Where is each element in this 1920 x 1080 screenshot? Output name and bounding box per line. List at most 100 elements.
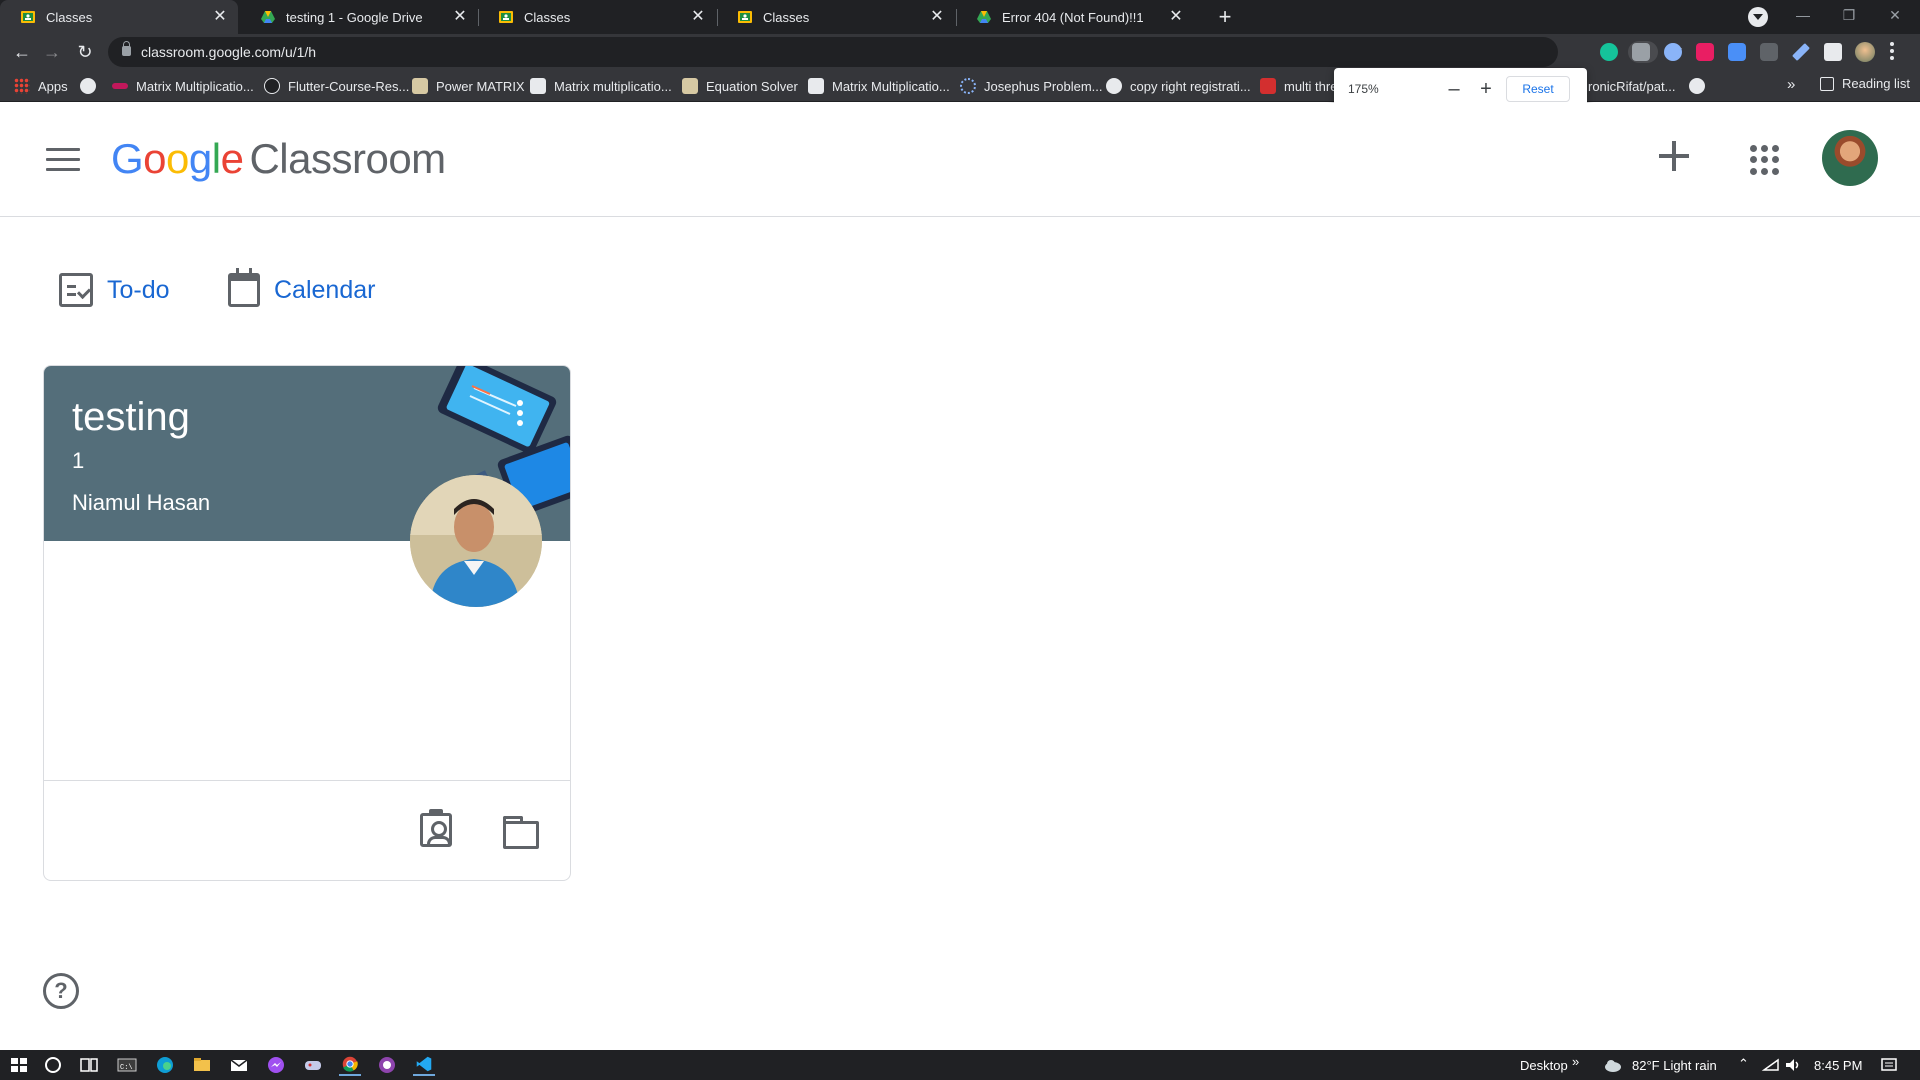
messenger-icon[interactable] (265, 1054, 287, 1076)
teacher-avatar (410, 475, 542, 607)
bookmark-icon (808, 78, 824, 94)
zoom-in-button[interactable]: + (1474, 76, 1498, 102)
close-tab-icon[interactable]: ✕ (452, 9, 468, 25)
weather-text[interactable]: 82°F Light rain (1632, 1058, 1717, 1073)
volume-icon[interactable] (1782, 1054, 1804, 1076)
task-view-icon[interactable] (78, 1054, 100, 1076)
browser-tab[interactable]: testing 1 - Google Drive ✕ (240, 0, 478, 34)
browser-tab[interactable]: Error 404 (Not Found)!!1 ✕ (956, 0, 1194, 34)
minimize-button[interactable]: — (1780, 0, 1826, 34)
pen-extension-icon[interactable] (1792, 43, 1810, 61)
github-desktop-icon[interactable] (376, 1054, 398, 1076)
notifications-icon[interactable] (1878, 1054, 1900, 1076)
desktop-toolbar-chevron[interactable]: » (1572, 1054, 1579, 1069)
terminal-icon[interactable]: C:\ (116, 1054, 138, 1076)
wifi-icon[interactable] (1760, 1054, 1782, 1076)
browser-profile-avatar[interactable] (1855, 42, 1875, 62)
close-tab-icon[interactable]: ✕ (690, 9, 706, 25)
extension-icon[interactable] (1760, 43, 1778, 61)
bookmark-apps[interactable]: Apps (14, 76, 68, 96)
close-tab-icon[interactable]: ✕ (1168, 9, 1184, 25)
tab-title: Classes (763, 9, 810, 25)
bookmark-label: Josephus Problem... (984, 78, 1103, 94)
class-section: 1 (72, 448, 85, 473)
browser-tab[interactable]: Classes ✕ (0, 0, 238, 34)
class-card[interactable]: testing 1 Niamul Hasan (43, 365, 571, 881)
bookmark-icon (530, 78, 546, 94)
clock-time[interactable]: 8:45 PM (1814, 1058, 1862, 1073)
bookmark-item[interactable]: multi thre (1260, 76, 1337, 96)
tray-overflow-icon[interactable]: ⌃ (1738, 1056, 1749, 1072)
tab-search-button[interactable] (1748, 7, 1768, 27)
svg-text:C:\: C:\ (120, 1064, 133, 1072)
url-text: classroom.google.com/u/1/h (141, 44, 317, 60)
reading-list-label: Reading list (1842, 76, 1910, 91)
new-tab-button[interactable]: + (1212, 5, 1238, 31)
bookmark-icon (960, 78, 976, 94)
bookmark-icon (682, 78, 698, 94)
bookmark-item[interactable]: Matrix multiplicatio... (530, 76, 672, 96)
bookmark-item[interactable]: Equation Solver (682, 76, 798, 96)
vscode-icon[interactable] (413, 1054, 435, 1076)
calendar-link[interactable]: Calendar (228, 268, 375, 310)
zoom-reset-button[interactable]: Reset (1506, 76, 1570, 102)
close-window-button[interactable]: ✕ (1872, 0, 1918, 34)
close-tab-icon[interactable]: ✕ (212, 9, 228, 25)
mail-icon[interactable] (228, 1054, 250, 1076)
google-classroom-logo[interactable]: Google Classroom (111, 135, 446, 183)
download-extension-icon[interactable] (1728, 43, 1746, 61)
bookmark-item[interactable]: copy right registrati... (1106, 76, 1251, 96)
class-name[interactable]: testing (72, 395, 190, 440)
bookmark-item[interactable]: Matrix Multiplicatio... (112, 76, 254, 96)
close-tab-icon[interactable]: ✕ (929, 9, 945, 25)
calendar-icon (228, 268, 260, 307)
browser-menu-icon[interactable] (1890, 42, 1894, 62)
bookmark-icon (112, 83, 128, 89)
chrome-icon[interactable] (339, 1054, 361, 1076)
bookmark-item[interactable]: Josephus Problem... (960, 76, 1103, 96)
help-icon[interactable]: ? (43, 973, 79, 1009)
class-options-icon[interactable] (517, 400, 525, 430)
restore-button[interactable]: ❐ (1826, 0, 1872, 34)
weather-cloud-icon[interactable] (1602, 1054, 1624, 1076)
main-menu-icon[interactable] (46, 148, 80, 172)
desktop-toolbar-label[interactable]: Desktop (1520, 1058, 1568, 1073)
file-explorer-icon[interactable] (191, 1054, 213, 1076)
create-or-join-class-button[interactable] (1656, 138, 1692, 174)
tab-title: Error 404 (Not Found)!!1 (1002, 9, 1144, 25)
address-bar[interactable]: classroom.google.com/u/1/h ☆ (108, 37, 1683, 67)
forward-arrow-icon[interactable]: → (40, 40, 64, 64)
lock-icon (122, 41, 131, 56)
browser-tab-strip: Classes ✕ testing 1 - Google Drive ✕ Cla… (0, 0, 1920, 34)
reading-list-button[interactable]: Reading list (1820, 76, 1910, 91)
todo-link[interactable]: To-do (59, 270, 170, 310)
search-icon[interactable] (42, 1054, 64, 1076)
bookmarks-overflow-icon[interactable]: » (1787, 76, 1795, 93)
account-avatar[interactable] (1822, 130, 1878, 186)
bookmark-item[interactable]: ronicRifat/pat... (1588, 76, 1706, 96)
edge-browser-icon[interactable] (154, 1054, 176, 1076)
bookmark-label: copy right registrati... (1130, 78, 1251, 94)
logo-letter: e (220, 135, 244, 182)
game-app-icon[interactable] (302, 1054, 324, 1076)
extension-icon[interactable] (1664, 43, 1682, 61)
zoom-out-button[interactable]: – (1442, 76, 1466, 102)
bookmark-item[interactable]: Flutter-Course-Res... (264, 76, 409, 96)
puzzle-extensions-icon[interactable] (1824, 43, 1842, 61)
screenshot-extension-icon[interactable] (1632, 43, 1650, 61)
reload-icon[interactable]: ↻ (73, 40, 97, 64)
bookmark-item[interactable] (80, 76, 104, 96)
browser-tab[interactable]: Classes ✕ (478, 0, 716, 34)
bookmark-item[interactable]: Matrix Multiplicatio... (808, 76, 950, 96)
bookmark-item[interactable]: Power MATRIX (412, 76, 525, 96)
windows-start-icon[interactable] (8, 1054, 30, 1076)
bookmark-label: Apps (38, 78, 68, 94)
google-apps-icon[interactable] (1750, 145, 1780, 175)
grammarly-extension-icon[interactable] (1600, 43, 1618, 61)
extension-icon[interactable] (1696, 43, 1714, 61)
browser-tab[interactable]: Classes ✕ (717, 0, 955, 34)
folder-icon[interactable] (503, 816, 539, 849)
assignments-icon[interactable] (420, 813, 452, 847)
logo-letter: g (188, 135, 212, 182)
back-arrow-icon[interactable]: ← (10, 40, 34, 64)
